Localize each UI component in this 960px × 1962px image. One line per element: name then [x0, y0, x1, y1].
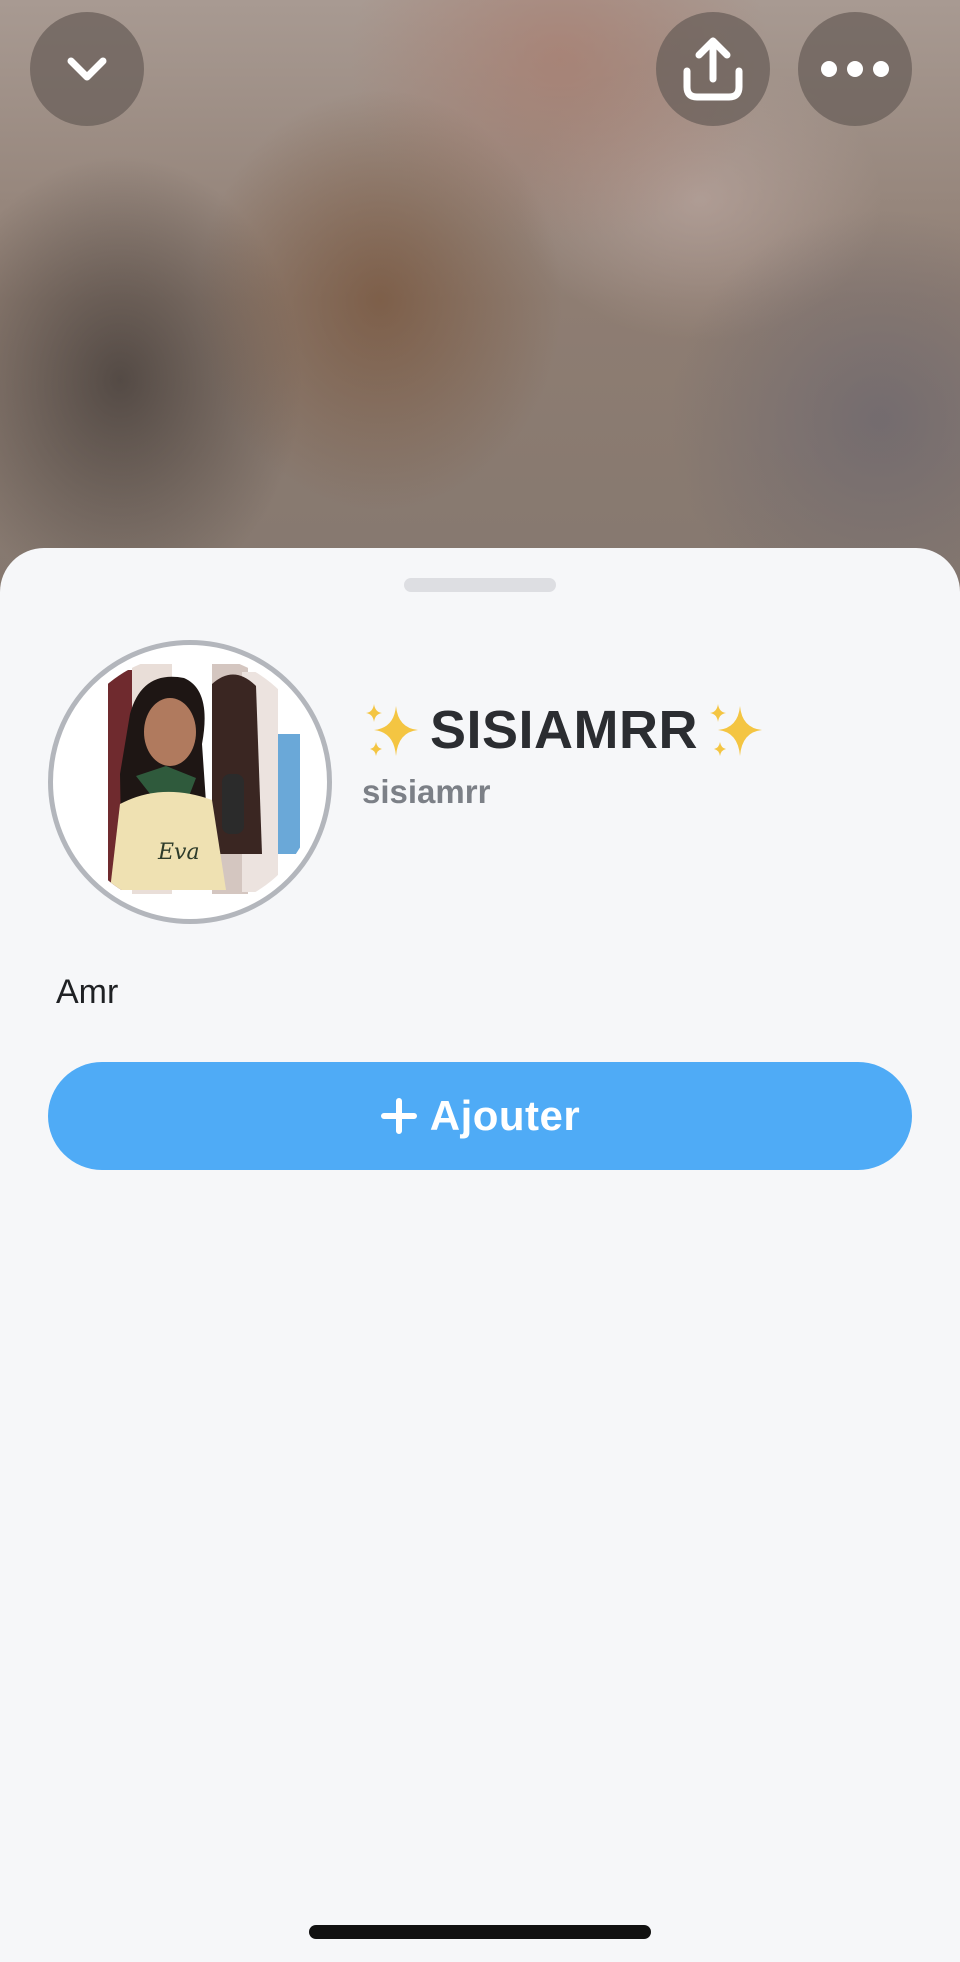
share-upload-icon: [683, 37, 743, 101]
more-horizontal-icon: [821, 61, 889, 77]
home-indicator: [309, 1925, 651, 1939]
sheet-grabber[interactable]: [404, 578, 556, 592]
svg-text:Eva: Eva: [157, 840, 200, 865]
plus-icon: [380, 1098, 417, 1134]
profile-sheet: Eva SISIAMRR sisiamrr Amr Ajouter: [0, 548, 960, 1962]
collapse-button[interactable]: [30, 12, 144, 126]
chevron-down-icon: [67, 57, 107, 81]
display-name: SISIAMRR: [430, 700, 699, 760]
sparkles-icon: [366, 704, 418, 756]
avatar-photo: Eva: [62, 654, 318, 910]
bio-text: Amr: [56, 973, 119, 1011]
username: sisiamrr: [362, 773, 491, 810]
more-options-button[interactable]: [798, 12, 912, 126]
display-name-row: SISIAMRR: [360, 690, 768, 770]
add-friend-button[interactable]: Ajouter: [48, 1062, 912, 1170]
share-button[interactable]: [656, 12, 770, 126]
avatar: Eva: [62, 654, 318, 910]
sparkles-icon: [710, 704, 763, 756]
avatar-ring[interactable]: Eva: [48, 640, 332, 924]
add-button-label: Ajouter: [429, 1092, 581, 1139]
